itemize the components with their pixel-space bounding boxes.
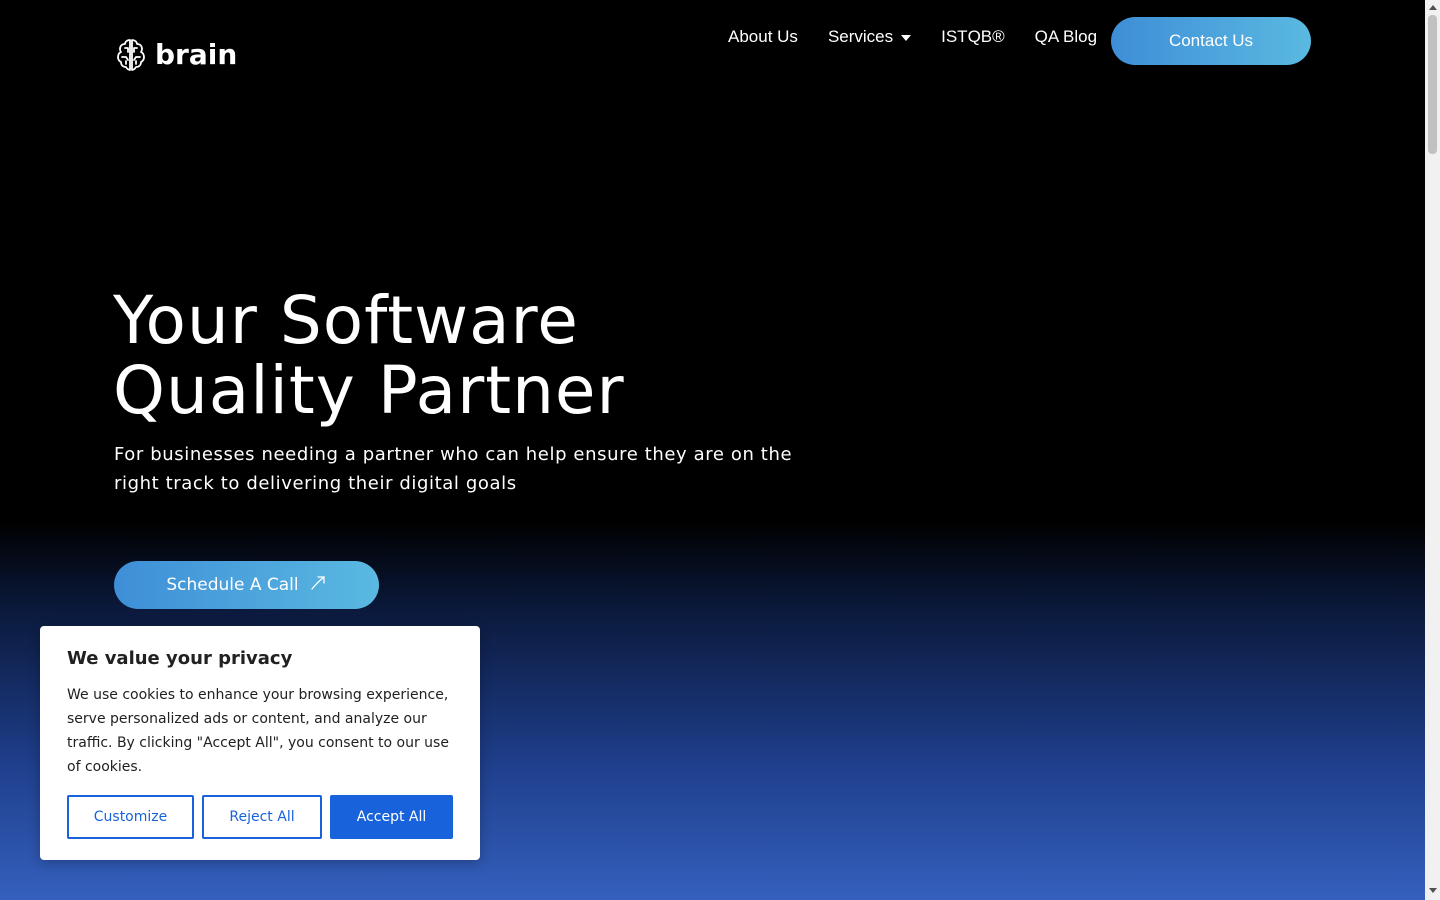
nav-services[interactable]: Services	[813, 27, 926, 47]
cookie-title: We value your privacy	[67, 648, 293, 669]
brand-logo[interactable]: brain	[113, 36, 237, 72]
nav-label: Services	[827, 27, 894, 46]
contact-us-label: Contact Us	[1168, 31, 1254, 50]
accept-all-button[interactable]: Accept All	[330, 795, 453, 839]
brain-icon	[113, 36, 149, 72]
scroll-thumb[interactable]	[1428, 15, 1437, 154]
cookie-consent-banner: We value your privacy We use cookies to …	[40, 626, 480, 860]
chevron-down-icon	[901, 35, 912, 41]
page-scrollbar[interactable]	[1425, 0, 1440, 900]
nav-qa-blog[interactable]: QA Blog	[1020, 27, 1112, 47]
scroll-down-arrow-icon[interactable]	[1428, 888, 1437, 893]
schedule-call-button[interactable]: Schedule A Call	[114, 561, 379, 609]
accept-all-label: Accept All	[356, 809, 427, 825]
reject-all-button[interactable]: Reject All	[202, 795, 322, 839]
hero-title-line-2: Quality Partner	[113, 352, 625, 429]
hero-title-line-1: Your Software	[113, 282, 579, 359]
hero-title: Your Software Quality Partner	[113, 286, 813, 426]
nav-label: About Us	[728, 27, 798, 46]
schedule-call-label: Schedule A Call	[166, 575, 299, 595]
customize-label: Customize	[93, 809, 168, 825]
main-nav: About Us Services ISTQB® QA Blog	[713, 27, 1112, 47]
arrow-up-right-icon	[309, 574, 327, 597]
nav-about-us[interactable]: About Us	[713, 27, 813, 47]
contact-us-button[interactable]: Contact Us	[1111, 17, 1311, 65]
nav-istqb[interactable]: ISTQB®	[926, 27, 1020, 47]
nav-label: ISTQB®	[941, 27, 1005, 46]
page: brain About Us Services ISTQB® QA Blog C…	[0, 0, 1425, 900]
nav-label: QA Blog	[1034, 27, 1098, 46]
logo-text: brain	[155, 37, 238, 71]
reject-all-label: Reject All	[229, 809, 295, 825]
hero-subtitle: For businesses needing a partner who can…	[114, 444, 793, 494]
cookie-buttons: Customize Reject All Accept All	[67, 795, 453, 839]
customize-button[interactable]: Customize	[67, 795, 194, 839]
cookie-description: We use cookies to enhance your browsing …	[67, 687, 449, 775]
scroll-up-arrow-icon[interactable]	[1428, 5, 1437, 10]
